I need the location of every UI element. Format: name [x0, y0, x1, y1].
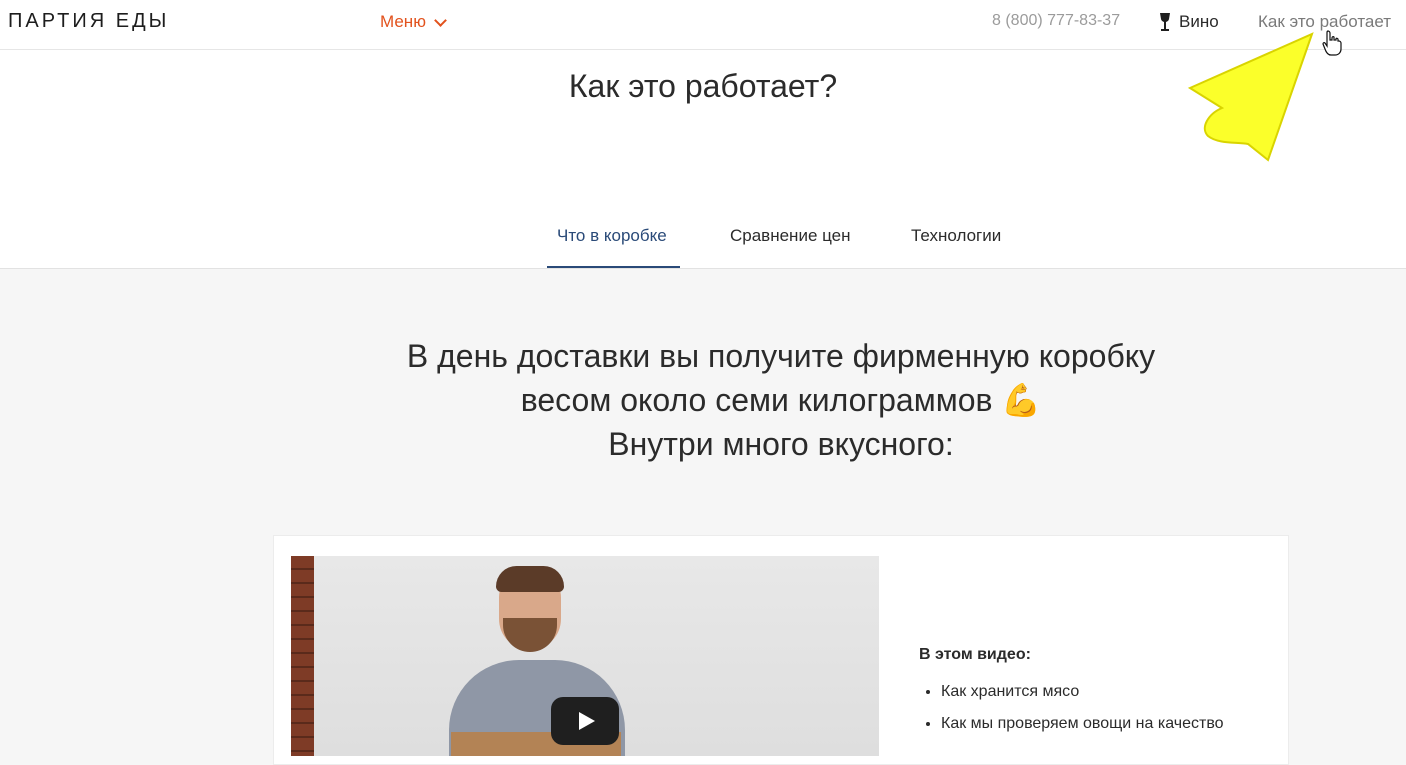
tab-what-in-box[interactable]: Что в коробке — [557, 226, 667, 246]
wine-link[interactable]: Вино — [1157, 12, 1219, 32]
phone-number[interactable]: 8 (800) 777-83-37 — [992, 12, 1120, 30]
video-person-beard — [503, 618, 557, 652]
tab-price-comparison[interactable]: Сравнение цен — [730, 226, 851, 246]
video-info: В этом видео: Как хранится мясо Как мы п… — [919, 646, 1279, 740]
intro-line-1: В день доставки вы получите фирменную ко… — [406, 338, 1156, 374]
play-icon — [579, 712, 595, 730]
intro-line-2: весом около семи килограммов — [520, 382, 993, 418]
list-item: Как мы проверяем овощи на качество — [941, 708, 1279, 740]
intro-text: В день доставки вы получите фирменную ко… — [0, 334, 1406, 466]
wine-glass-icon — [1160, 13, 1170, 31]
menu-button[interactable]: Меню — [380, 12, 447, 32]
video-player[interactable] — [291, 556, 879, 756]
tab-technologies[interactable]: Технологии — [911, 226, 1001, 246]
video-person-hair — [496, 566, 564, 592]
brick-mortar — [291, 556, 314, 756]
list-item: Как хранится мясо — [941, 676, 1279, 708]
intro-line-2-wrap: весом около семи килограммов 💪 — [0, 378, 1406, 422]
chevron-down-icon — [434, 13, 447, 27]
video-card: В этом видео: Как хранится мясо Как мы п… — [273, 535, 1289, 765]
wine-label: Вино — [1179, 12, 1219, 31]
intro-line-3: Внутри много вкусного: — [608, 426, 954, 462]
highlight-arrow-icon — [1187, 32, 1314, 162]
video-topics-list: Как хранится мясо Как мы проверяем овощи… — [919, 676, 1279, 740]
flexed-biceps-icon: 💪 — [1001, 382, 1042, 418]
video-info-title: В этом видео: — [919, 646, 1031, 663]
how-it-works-link[interactable]: Как это работает — [1258, 12, 1391, 32]
hand-cursor-icon — [1322, 30, 1342, 56]
tabs-divider — [0, 268, 1406, 269]
menu-label: Меню — [380, 12, 426, 31]
logo[interactable]: ПАРТИЯ ЕДЫ — [8, 10, 169, 33]
play-button[interactable] — [551, 697, 619, 745]
